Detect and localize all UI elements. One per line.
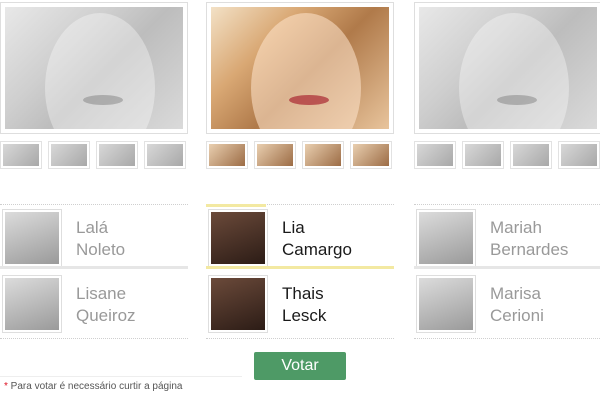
divider [0,204,188,205]
candidate-name: Lia Camargo [282,217,394,261]
thumbnail[interactable] [350,141,392,169]
photo-image [419,7,597,129]
candidate-last-name: Queiroz [76,306,136,325]
candidate-name: Thais Lesck [282,283,394,327]
avatar [416,209,476,267]
divider [206,338,394,339]
thumbnail[interactable] [302,141,344,169]
avatar [416,275,476,333]
main-photo[interactable] [414,2,600,134]
selection-underline [206,266,394,269]
thumbnail[interactable] [144,141,186,169]
vote-button[interactable]: Votar [254,352,346,380]
candidate-item[interactable]: Mariah Bernardes [414,207,600,269]
thumbnail[interactable] [0,141,42,169]
divider [0,338,188,339]
candidate-last-name: Bernardes [490,240,569,259]
avatar [2,275,62,333]
thumbnail-strip [414,141,600,169]
candidate-item-selected[interactable]: Lia Camargo [206,204,394,269]
note-text: Para votar é necessário curtir a página [7,381,183,392]
candidate-item[interactable]: Lisane Queiroz [0,273,188,335]
candidate-name: Mariah Bernardes [490,217,600,261]
avatar [208,209,268,267]
candidate-underline [414,266,600,269]
main-photo[interactable] [0,2,188,134]
vote-requirement-note: * Para votar é necessário curtir a págin… [4,381,182,392]
candidate-last-name: Noleto [76,240,126,259]
selection-highlight [206,204,266,207]
candidate-first-name: Lisane [76,284,127,303]
candidate-last-name: Lesck [282,306,327,325]
photo-image [211,7,389,129]
thumbnail[interactable] [462,141,504,169]
candidate-first-name: Lalá [76,218,109,237]
candidate-item[interactable]: Lalá Noleto [0,207,188,269]
avatar [208,275,268,333]
thumbnail[interactable] [48,141,90,169]
thumbnail[interactable] [414,141,456,169]
photo-image [5,7,183,129]
candidate-first-name: Thais [282,284,324,303]
candidate-first-name: Mariah [490,218,542,237]
thumbnail-strip [0,141,188,169]
thumbnail[interactable] [254,141,296,169]
thumbnail[interactable] [558,141,600,169]
thumbnail[interactable] [96,141,138,169]
note-divider [0,376,242,377]
candidate-last-name: Camargo [282,240,352,259]
candidate-item[interactable]: Thais Lesck [206,273,394,335]
candidate-underline [0,266,188,269]
divider [414,338,600,339]
candidate-last-name: Cerioni [490,306,544,325]
divider [414,204,600,205]
avatar [2,209,62,267]
main-photo[interactable] [206,2,394,134]
candidate-first-name: Marisa [490,284,542,303]
candidate-name: Marisa Cerioni [490,283,600,327]
candidate-name: Lisane Queiroz [76,283,188,327]
candidate-item[interactable]: Marisa Cerioni [414,273,600,335]
thumbnail-strip [206,141,394,169]
thumbnail[interactable] [206,141,248,169]
thumbnail[interactable] [510,141,552,169]
candidate-name: Lalá Noleto [76,217,188,261]
candidate-first-name: Lia [282,218,305,237]
